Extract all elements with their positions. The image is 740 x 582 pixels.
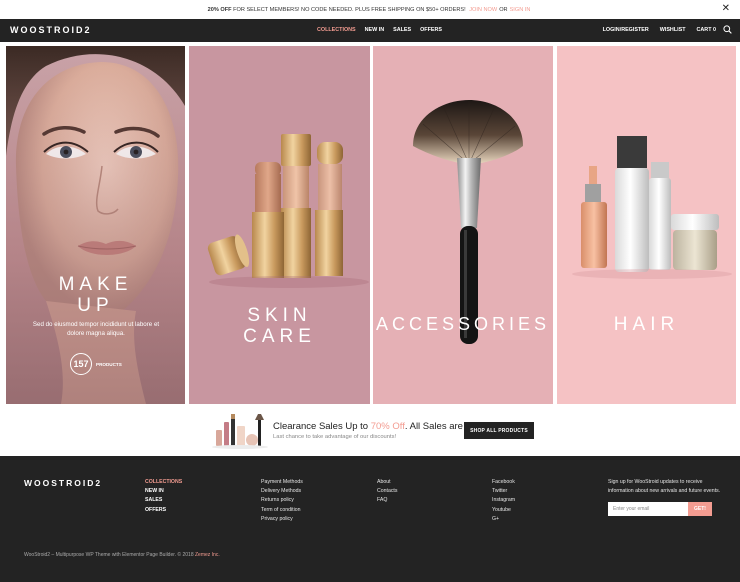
site-footer: WOOSTROID2 COLLECTIONS NEW IN SALES OFFE…	[0, 456, 740, 582]
category-accessories[interactable]: ACCESSORIES	[373, 46, 553, 404]
newsletter-submit-button[interactable]: GET!	[688, 502, 712, 516]
footer-info-links: Payment Methods Delivery Methods Returns…	[261, 478, 303, 524]
nav-collections[interactable]: COLLECTIONS	[317, 27, 356, 33]
hair-products-image	[572, 136, 732, 279]
youtube-link[interactable]: Youtube	[492, 506, 515, 515]
clearance-subtitle: Last chance to take advantage of our dis…	[273, 434, 397, 440]
nav-new-in[interactable]: NEW IN	[365, 27, 384, 33]
terms-link[interactable]: Term of condition	[261, 506, 303, 515]
main-header: WOOSTROID2 COLLECTIONS NEW IN SALES OFFE…	[0, 19, 740, 42]
cart-link[interactable]: CART 0	[697, 27, 716, 33]
close-icon[interactable]: ✕	[722, 4, 730, 14]
nav-offers[interactable]: OFFERS	[420, 27, 442, 33]
makeup-title-line2: UP	[77, 295, 114, 316]
makeup-title: MAKE UP	[6, 274, 185, 316]
returns-policy-link[interactable]: Returns policy	[261, 496, 303, 505]
model-face-image	[6, 46, 185, 404]
user-menu: LOGIN/REGISTER WISHLIST CART 0	[603, 27, 716, 33]
join-now-link[interactable]: JOIN NOW	[469, 7, 497, 13]
cosmetics-illustration	[212, 414, 268, 449]
promo-percent: 20% OFF	[207, 6, 232, 13]
copyright-text: WooStroid2 – Multipurpose WP Theme with …	[24, 552, 194, 558]
makeup-products-count[interactable]: 157 PRODUCTS	[70, 353, 122, 375]
cart-count: 0	[713, 27, 716, 33]
skincare-title-line1: SKIN	[247, 305, 312, 326]
announcement-bar: 20% OFF FOR SELECT MEMBERS! NO CODE NEED…	[0, 0, 740, 19]
newsletter-email-input[interactable]: Enter your email	[608, 502, 688, 516]
clearance-title-a: Clearance Sales Up to	[273, 421, 369, 432]
accessories-title: ACCESSORIES	[375, 314, 551, 334]
announcement-text: FOR SELECT MEMBERS! NO CODE NEEDED. PLUS…	[233, 6, 466, 13]
clearance-percent: 70% Off	[370, 421, 405, 432]
or-text: OR	[499, 6, 508, 13]
instagram-link[interactable]: Instagram	[492, 496, 515, 505]
facebook-link[interactable]: Facebook	[492, 478, 515, 487]
category-makeup[interactable]: MAKE UP Sed do eiusmod tempor incididunt…	[6, 46, 185, 404]
main-menu: COLLECTIONS NEW IN SALES OFFERS	[317, 27, 442, 33]
twitter-link[interactable]: Twitter	[492, 487, 515, 496]
foundation-bottles-image	[207, 134, 369, 288]
products-count-badge: 157	[70, 353, 92, 375]
footer-collections-link[interactable]: COLLECTIONS	[145, 478, 182, 487]
contacts-link[interactable]: Contacts	[377, 487, 397, 496]
sign-in-link[interactable]: SIGN IN	[510, 7, 531, 13]
payment-methods-link[interactable]: Payment Methods	[261, 478, 303, 487]
footer-logo[interactable]: WOOSTROID2	[24, 478, 102, 488]
shop-all-products-button[interactable]: SHOP ALL PRODUCTS	[464, 422, 534, 439]
cart-label: CART	[696, 27, 712, 33]
products-label: PRODUCTS	[96, 361, 122, 367]
category-skincare[interactable]: SKIN CARE	[189, 46, 370, 404]
copyright: WooStroid2 – Multipurpose WP Theme with …	[24, 552, 220, 558]
footer-sales-link[interactable]: SALES	[145, 496, 182, 505]
footer-offers-link[interactable]: OFFERS	[145, 506, 182, 515]
site-logo[interactable]: WOOSTROID2	[10, 25, 92, 35]
footer-new-in-link[interactable]: NEW IN	[145, 487, 182, 496]
makeup-description: Sed do eiusmod tempor incididunt ut labo…	[32, 321, 160, 337]
clearance-title: Clearance Sales Up to 70% Off. All Sales…	[273, 421, 489, 432]
newsletter-text: Sign up for WooStroid updates to receive…	[608, 479, 721, 494]
skincare-title-line2: CARE	[243, 326, 316, 347]
about-link[interactable]: About	[377, 478, 397, 487]
nav-sales[interactable]: SALES	[393, 27, 411, 33]
clearance-banner: Clearance Sales Up to 70% Off. All Sales…	[0, 408, 740, 456]
google-plus-link[interactable]: G+	[492, 515, 515, 524]
login-register-link[interactable]: LOGIN/REGISTER	[603, 27, 649, 33]
footer-social-links: Facebook Twitter Instagram Youtube G+	[492, 478, 515, 524]
wishlist-link[interactable]: WISHLIST	[660, 27, 686, 33]
footer-menu: COLLECTIONS NEW IN SALES OFFERS	[145, 478, 182, 515]
footer-help-links: About Contacts FAQ	[377, 478, 397, 506]
makeup-brush-image	[413, 100, 523, 344]
delivery-methods-link[interactable]: Delivery Methods	[261, 487, 303, 496]
company-link[interactable]: Zemez Inc.	[195, 552, 220, 558]
faq-link[interactable]: FAQ	[377, 496, 397, 505]
makeup-title-line1: MAKE	[58, 274, 133, 295]
hair-title: HAIR	[613, 314, 680, 335]
category-hair[interactable]: HAIR	[557, 46, 736, 404]
search-icon[interactable]	[723, 25, 732, 34]
privacy-policy-link[interactable]: Privacy policy	[261, 515, 303, 524]
skincare-title: SKIN CARE	[189, 305, 370, 347]
